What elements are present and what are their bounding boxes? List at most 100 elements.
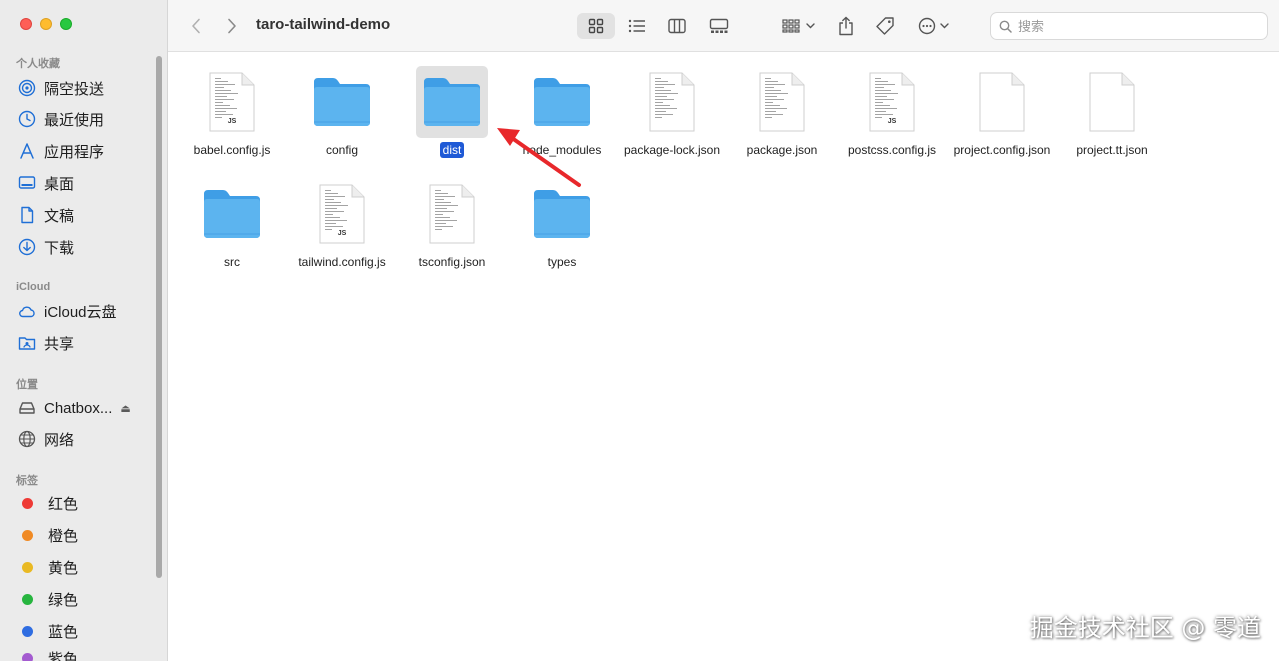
icon-view-button[interactable] (577, 13, 615, 39)
chevron-down-icon (805, 23, 815, 29)
chevron-right-icon (228, 18, 236, 34)
text-file-icon (759, 72, 805, 132)
folder-icon (534, 190, 590, 238)
sidebar-item-recents[interactable]: 最近使用 (18, 106, 148, 132)
file-grid: JS babel.config.js config dist node_modu… (168, 52, 1279, 661)
file-name-label: project.tt.json (1076, 143, 1148, 157)
file-name-label: package.json (746, 143, 818, 157)
column-view-button[interactable] (660, 13, 694, 39)
list-icon (628, 19, 645, 33)
sidebar-section-locations: 位置 (16, 379, 38, 391)
file-item[interactable]: config (287, 66, 397, 158)
sidebar-tag-yellow[interactable]: 黄色 (18, 554, 148, 580)
sidebar-item-icloud-drive[interactable]: iCloud云盘 (18, 298, 148, 324)
sidebar-item-chatbox-disk[interactable]: Chatbox... ⏏ (18, 395, 148, 421)
sidebar-item-label: 文稿 (44, 207, 75, 225)
file-item[interactable]: dist (397, 66, 507, 158)
file-item[interactable]: project.tt.json (1057, 66, 1167, 158)
download-icon (18, 238, 36, 256)
sidebar-item-label: 共享 (44, 335, 75, 353)
folder-icon (204, 190, 260, 238)
file-icon-box[interactable] (636, 66, 708, 138)
zoom-window-button[interactable] (60, 18, 72, 30)
sidebar-item-label: 黄色 (48, 559, 79, 577)
js-badge: JS (337, 230, 347, 237)
file-icon-box[interactable]: JS (196, 66, 268, 138)
window-title: taro-tailwind-demo (256, 16, 391, 33)
sidebar-item-label: 蓝色 (48, 623, 79, 641)
file-name-label: types (547, 255, 577, 269)
text-file-icon (429, 184, 475, 244)
file-icon-box[interactable] (416, 178, 488, 250)
sidebar-item-label: 下载 (44, 239, 75, 257)
list-view-button[interactable] (620, 13, 654, 39)
file-icon-box[interactable] (966, 66, 1038, 138)
sidebar-tag-purple[interactable]: 紫色 (18, 645, 148, 661)
sidebar-item-desktop[interactable]: 桌面 (18, 170, 148, 196)
gallery-view-button[interactable] (702, 13, 736, 39)
blank-file-icon (1089, 72, 1135, 132)
file-name-label: project.config.json (953, 143, 1051, 157)
file-icon-box[interactable]: JS (856, 66, 928, 138)
sidebar-item-shared[interactable]: 共享 (18, 330, 148, 356)
file-icon-box[interactable] (416, 66, 488, 138)
file-item[interactable]: types (507, 178, 617, 270)
desktop-icon (18, 176, 36, 189)
group-grid-icon (781, 19, 800, 33)
file-icon-box[interactable] (526, 66, 598, 138)
file-icon-box[interactable] (196, 178, 268, 250)
minimize-window-button[interactable] (40, 18, 52, 30)
airdrop-icon (18, 79, 36, 97)
js-badge: JS (227, 118, 237, 125)
applications-icon (20, 143, 34, 159)
tag-dot-icon (22, 497, 33, 509)
file-icon-box[interactable]: JS (306, 178, 378, 250)
file-icon-box[interactable] (526, 178, 598, 250)
sidebar-item-label: 隔空投送 (44, 80, 105, 98)
tag-button[interactable] (872, 13, 898, 39)
text-file-icon (649, 72, 695, 132)
share-icon (839, 16, 853, 36)
file-item[interactable]: tsconfig.json (397, 178, 507, 270)
search-icon (999, 20, 1012, 33)
file-item[interactable]: package.json (727, 66, 837, 158)
sidebar-item-network[interactable]: 网络 (18, 426, 148, 452)
share-button[interactable] (833, 13, 859, 39)
js-badge: JS (887, 118, 897, 125)
close-window-button[interactable] (20, 18, 32, 30)
file-item[interactable]: package-lock.json (617, 66, 727, 158)
search-field[interactable] (990, 12, 1268, 40)
eject-icon[interactable]: ⏏ (120, 402, 130, 415)
sidebar-scrollbar[interactable] (156, 56, 162, 578)
clock-icon (18, 110, 36, 128)
sidebar-item-label: 网络 (44, 431, 75, 449)
sidebar-tag-red[interactable]: 红色 (18, 490, 148, 516)
file-item[interactable]: src (177, 178, 287, 270)
sidebar-item-applications[interactable]: 应用程序 (18, 138, 148, 164)
file-icon-box[interactable] (1076, 66, 1148, 138)
file-icon-box[interactable] (746, 66, 818, 138)
sidebar-tag-blue[interactable]: 蓝色 (18, 618, 148, 644)
file-name-label: tsconfig.json (418, 255, 486, 269)
back-button[interactable] (186, 13, 206, 39)
js-file-icon: JS (869, 72, 915, 132)
blank-file-icon (979, 72, 1025, 132)
file-item[interactable]: JS postcss.config.js (837, 66, 947, 158)
sidebar-item-documents[interactable]: 文稿 (18, 202, 148, 228)
file-item[interactable]: JS tailwind.config.js (287, 178, 397, 270)
search-input[interactable] (1018, 18, 1258, 34)
sidebar-item-label: 紫色 (48, 650, 79, 661)
file-item[interactable]: node_modules (507, 66, 617, 158)
sidebar-tag-green[interactable]: 绿色 (18, 586, 148, 612)
more-actions-button[interactable] (914, 13, 952, 39)
group-by-button[interactable] (776, 13, 820, 39)
file-item[interactable]: JS babel.config.js (177, 66, 287, 158)
shared-folder-icon (18, 337, 36, 350)
forward-button[interactable] (222, 13, 242, 39)
file-name-label: config (325, 143, 359, 157)
file-icon-box[interactable] (306, 66, 378, 138)
sidebar-tag-orange[interactable]: 橙色 (18, 522, 148, 548)
file-item[interactable]: project.config.json (947, 66, 1057, 158)
sidebar-item-airdrop[interactable]: 隔空投送 (18, 75, 148, 101)
sidebar-item-downloads[interactable]: 下载 (18, 234, 148, 260)
